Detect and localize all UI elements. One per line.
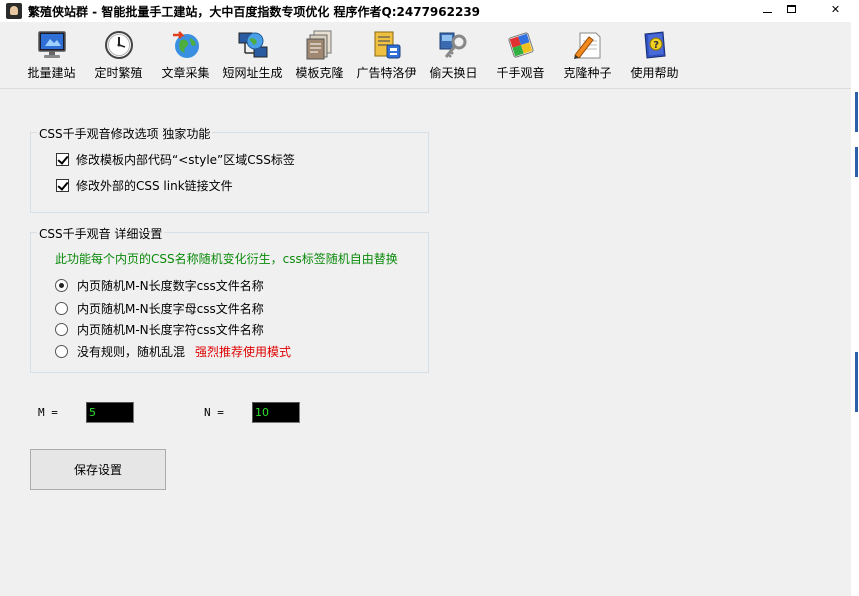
toolbar-item-timed-breed[interactable]: 定时繁殖 bbox=[85, 28, 152, 82]
toolbar-label: 短网址生成 bbox=[222, 66, 283, 80]
content-panel: CSS千手观音修改选项 独家功能 修改模板内部代码“<style”区域CSS标签… bbox=[0, 88, 851, 590]
pen-paper-icon bbox=[572, 29, 604, 61]
toolbar-item-steal-sky[interactable]: 偷天换日 bbox=[420, 28, 487, 82]
toolbar-label: 使用帮助 bbox=[630, 66, 679, 80]
group-legend: CSS千手观音修改选项 独家功能 bbox=[37, 125, 213, 142]
save-settings-button[interactable]: 保存设置 bbox=[30, 449, 166, 490]
toolbar-label: 定时繁殖 bbox=[94, 66, 143, 80]
group-legend: CSS千手观音 详细设置 bbox=[37, 225, 165, 242]
checkbox-label: 修改外部的CSS link链接文件 bbox=[76, 179, 233, 193]
toolbar-label: 文章采集 bbox=[161, 66, 210, 80]
edge-mark bbox=[855, 147, 858, 177]
toolbar-label: 克隆种子 bbox=[563, 66, 612, 80]
edge-mark bbox=[855, 352, 858, 412]
maximize-icon bbox=[786, 5, 796, 13]
toolbar-label: 模板克隆 bbox=[295, 66, 344, 80]
clock-icon bbox=[103, 29, 135, 61]
radio-label: 内页随机M-N长度数字css文件名称 bbox=[77, 279, 264, 293]
radio-label: 没有规则，随机乱混 bbox=[77, 345, 186, 359]
toolbar-item-short-url[interactable]: 短网址生成 bbox=[219, 28, 286, 82]
radio-dot[interactable] bbox=[55, 302, 68, 315]
help-book-icon: ? bbox=[639, 29, 671, 61]
radio-label: 内页随机M-N长度字符css文件名称 bbox=[77, 323, 264, 337]
feature-note: 此功能每个内页的CSS名称随机变化衍生，css标签随机自由替换 bbox=[55, 252, 398, 266]
toolbar-item-ad-trojan[interactable]: 广告特洛伊 bbox=[353, 28, 420, 82]
n-label: N = bbox=[204, 406, 224, 419]
modify-style-tag-checkbox[interactable]: 修改模板内部代码“<style”区域CSS标签 bbox=[56, 151, 295, 168]
close-button[interactable]: ✕ bbox=[812, 0, 859, 18]
recommend-note: 强烈推荐使用模式 bbox=[195, 345, 292, 359]
folder-tag-icon bbox=[371, 29, 403, 61]
maximize-button[interactable] bbox=[776, 0, 806, 18]
window-title: 繁殖侠站群 - 智能批量手工建站，大中百度指数专项优化 程序作者Q:247796… bbox=[28, 5, 481, 19]
toolbar-label: 广告特洛伊 bbox=[356, 66, 417, 80]
minimize-icon bbox=[762, 11, 772, 13]
radio-dot[interactable] bbox=[55, 323, 68, 336]
svg-text:?: ? bbox=[653, 40, 659, 51]
checkbox-label: 修改模板内部代码“<style”区域CSS标签 bbox=[76, 153, 295, 167]
toolbar-item-help[interactable]: ? 使用帮助 bbox=[621, 28, 688, 82]
css-modify-options-group: CSS千手观音修改选项 独家功能 修改模板内部代码“<style”区域CSS标签… bbox=[30, 125, 429, 213]
toolbar-item-batch-build[interactable]: 批量建站 bbox=[18, 28, 85, 82]
toolbar-label: 批量建站 bbox=[27, 66, 76, 80]
checkbox-box[interactable] bbox=[56, 153, 69, 166]
m-input[interactable] bbox=[86, 402, 134, 423]
toolbar-item-clone-seed[interactable]: 克隆种子 bbox=[554, 28, 621, 82]
edge-mark bbox=[855, 92, 858, 132]
m-label: M = bbox=[38, 406, 58, 419]
radio-random-mix[interactable]: 没有规则，随机乱混 强烈推荐使用模式 bbox=[55, 343, 291, 360]
toolbar-item-article-collect[interactable]: 文章采集 bbox=[152, 28, 219, 82]
toolbar-item-thousand-hands[interactable]: 千手观音 bbox=[487, 28, 554, 82]
toolbar-label: 千手观音 bbox=[496, 66, 545, 80]
app-icon bbox=[6, 3, 22, 19]
radio-random-chars[interactable]: 内页随机M-N长度字符css文件名称 bbox=[55, 321, 264, 338]
radio-random-digits[interactable]: 内页随机M-N长度数字css文件名称 bbox=[55, 277, 264, 294]
title-bar: 繁殖侠站群 - 智能批量手工建站，大中百度指数专项优化 程序作者Q:247796… bbox=[0, 0, 859, 22]
close-icon: ✕ bbox=[830, 2, 841, 16]
checkbox-box[interactable] bbox=[56, 179, 69, 192]
radio-label: 内页随机M-N长度字母css文件名称 bbox=[77, 302, 264, 316]
toolbar-item-template-clone[interactable]: 模板克隆 bbox=[286, 28, 353, 82]
radio-dot[interactable] bbox=[55, 345, 68, 358]
radio-dot[interactable] bbox=[55, 279, 68, 292]
globe-arrow-icon bbox=[170, 29, 202, 61]
right-edge-strip bbox=[851, 22, 859, 596]
key-icon bbox=[438, 29, 470, 61]
toolbar: 批量建站 定时繁殖 文章采集 短网址生成 模板克隆 广告特洛伊 偷天换日 千手观… bbox=[18, 28, 688, 82]
monitor-icon bbox=[36, 29, 68, 61]
n-input[interactable] bbox=[252, 402, 300, 423]
cube-icon bbox=[505, 29, 537, 61]
modify-css-link-checkbox[interactable]: 修改外部的CSS link链接文件 bbox=[56, 177, 233, 194]
radio-random-letters[interactable]: 内页随机M-N长度字母css文件名称 bbox=[55, 300, 264, 317]
document-stack-icon bbox=[304, 29, 336, 61]
css-detail-settings-group: CSS千手观音 详细设置 此功能每个内页的CSS名称随机变化衍生，css标签随机… bbox=[30, 225, 429, 373]
toolbar-label: 偷天换日 bbox=[429, 66, 478, 80]
network-globe-icon bbox=[237, 29, 269, 61]
